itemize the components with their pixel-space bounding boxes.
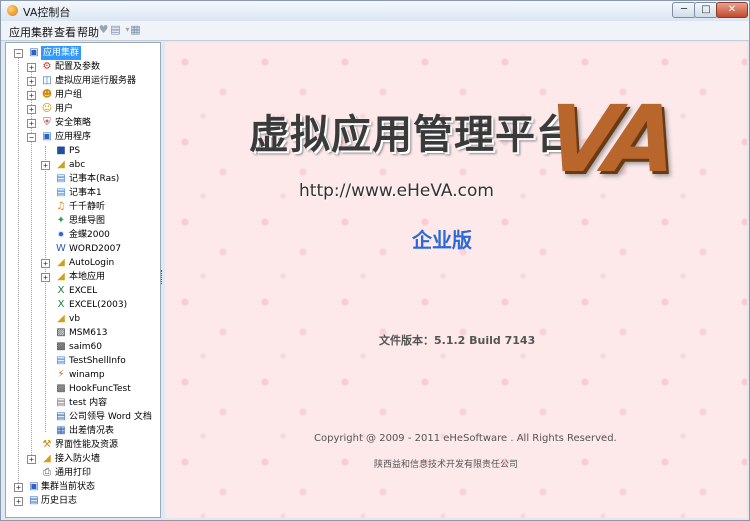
- kingdee-icon: ✹: [57, 230, 65, 239]
- folder-icon: ◢: [57, 159, 65, 170]
- notepad-icon: ▤: [56, 173, 66, 184]
- photoshop-icon: ■: [56, 145, 66, 156]
- computer-icon: ▣: [29, 47, 39, 58]
- status-icon: ▣: [29, 481, 39, 492]
- menu-help[interactable]: 帮助: [77, 24, 99, 40]
- notepad-icon: ▤: [56, 187, 66, 198]
- log-icon: ▤: [29, 495, 39, 506]
- settings-icon: ⚙: [42, 61, 52, 72]
- copyright-text: Copyright @ 2009 - 2011 eHeSoftware . Al…: [314, 433, 617, 444]
- website-url: http://www.eHeVA.com: [299, 181, 494, 201]
- product-headline: 虚拟应用管理平台: [249, 111, 577, 158]
- excel-icon: X: [57, 299, 65, 310]
- expand-icon[interactable]: +: [41, 161, 50, 170]
- menu-view[interactable]: 查看: [54, 24, 76, 40]
- title-bar[interactable]: VA控制台 ─ □ ✕: [1, 1, 749, 21]
- user-group-icon: ☻: [41, 89, 53, 100]
- tree-line: [18, 55, 19, 485]
- menu-bar: 应用集群 查看 帮助 ♥ ▤ ▾ ▦: [1, 21, 749, 41]
- edition-label: 企业版: [412, 228, 472, 252]
- user-icon: ☺: [41, 103, 53, 114]
- folder-icon: ◢: [57, 257, 65, 268]
- expand-icon[interactable]: +: [41, 259, 50, 268]
- menu-cluster[interactable]: 应用集群: [9, 24, 53, 40]
- tree-item-root[interactable]: − ▣ 应用集群: [10, 46, 158, 60]
- maximize-button[interactable]: □: [694, 2, 718, 18]
- expand-icon[interactable]: +: [27, 455, 36, 464]
- music-player-icon: ♫: [56, 201, 66, 212]
- expand-icon[interactable]: +: [27, 91, 36, 100]
- word-document-icon: ▤: [56, 411, 66, 422]
- app-window: VA控制台 ─ □ ✕ 应用集群 查看 帮助 ♥ ▤ ▾ ▦ − ▣ 应用集群 …: [0, 0, 750, 521]
- application-icon: ▩: [56, 341, 66, 352]
- application-folder-icon: ▣: [42, 131, 52, 142]
- server-icon: ◫: [42, 75, 52, 86]
- navigation-tree[interactable]: − ▣ 应用集群 + ⚙ 配置及参数 + ◫ 虚拟应用运行服务器 + ☻ 用户组…: [5, 42, 161, 518]
- performance-icon: ⚒: [42, 439, 52, 450]
- version-text: 文件版本：5.1.2 Build 7143: [379, 334, 536, 347]
- application-icon: ▤: [56, 355, 66, 366]
- application-icon: ▩: [56, 383, 66, 394]
- expand-icon[interactable]: +: [14, 497, 23, 506]
- panel-splitter[interactable]: [161, 42, 164, 518]
- msm-icon: ▨: [56, 327, 66, 338]
- va-logo: VA: [541, 86, 677, 193]
- collapse-icon[interactable]: −: [27, 133, 36, 142]
- window-title: VA控制台: [23, 6, 71, 19]
- document-icon: ▤: [56, 397, 66, 408]
- word-icon: W: [56, 243, 66, 254]
- folder-icon: ◢: [57, 313, 65, 324]
- expand-icon[interactable]: +: [27, 105, 36, 114]
- image-icon[interactable]: ▦: [129, 23, 142, 36]
- printer-icon: ⎙: [43, 467, 51, 478]
- expand-icon[interactable]: +: [27, 63, 36, 72]
- app-icon: [7, 5, 18, 16]
- mindmap-icon: ✦: [56, 215, 66, 226]
- excel-icon: X: [57, 285, 65, 296]
- splash-panel: 虚拟应用管理平台 VA http://www.eHeVA.com 企业版 文件版…: [165, 42, 747, 518]
- expand-icon[interactable]: +: [14, 483, 23, 492]
- company-name: 陕西益和信息技术开发有限责任公司: [374, 460, 519, 470]
- expand-icon[interactable]: +: [41, 273, 50, 282]
- spreadsheet-icon: ▦: [56, 425, 66, 436]
- tree-line: [45, 146, 46, 432]
- expand-icon[interactable]: +: [27, 77, 36, 86]
- minimize-button[interactable]: ─: [672, 2, 696, 18]
- collapse-icon[interactable]: −: [14, 49, 23, 58]
- close-button[interactable]: ✕: [716, 2, 748, 18]
- expand-icon[interactable]: +: [27, 119, 36, 128]
- winamp-icon: ⚡: [57, 369, 65, 380]
- shield-icon: ⛨: [43, 117, 51, 128]
- folder-icon: ◢: [57, 271, 65, 282]
- firewall-icon: ◢: [43, 453, 51, 464]
